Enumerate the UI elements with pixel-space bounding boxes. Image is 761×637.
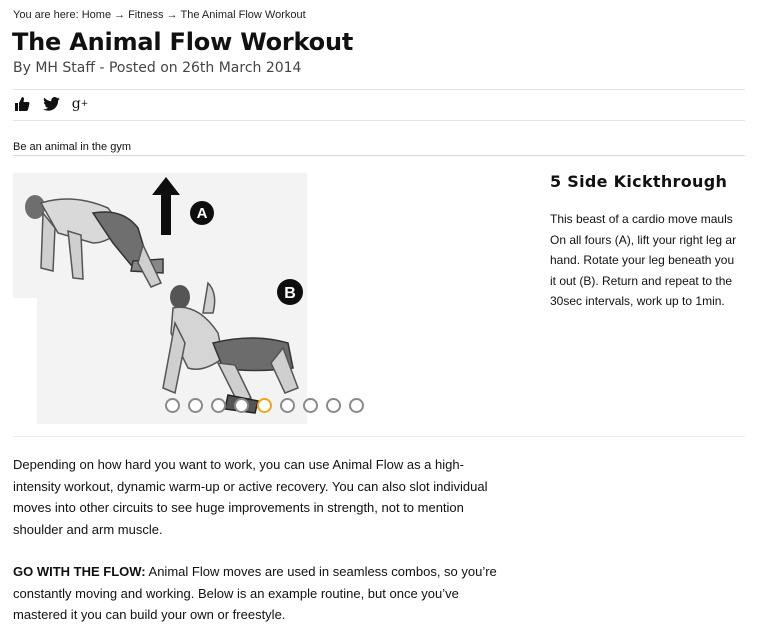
exercise-illustration: A B bbox=[13, 173, 307, 424]
carousel-dot[interactable] bbox=[326, 398, 341, 413]
carousel-dot[interactable] bbox=[188, 398, 203, 413]
carousel-pagination bbox=[165, 398, 364, 413]
body-paragraph: GO WITH THE FLOW: Animal Flow moves are … bbox=[13, 561, 503, 626]
breadcrumb-fitness-link[interactable]: Fitness bbox=[128, 9, 163, 21]
carousel-dot[interactable] bbox=[303, 398, 318, 413]
exercise-description-line: This beast of a cardio move mauls bbox=[550, 212, 733, 226]
carousel-dot[interactable] bbox=[234, 398, 249, 413]
page-title: The Animal Flow Workout bbox=[12, 28, 354, 56]
share-bar: g + bbox=[13, 95, 89, 113]
carousel-dot-active[interactable] bbox=[257, 398, 272, 413]
carousel-dot[interactable] bbox=[211, 398, 226, 413]
divider bbox=[13, 155, 745, 156]
body-paragraph: Depending on how hard you want to work, … bbox=[13, 457, 488, 537]
exercise-description-line: On all fours (A), lift your right leg ar bbox=[550, 232, 737, 247]
paragraph-lead: GO WITH THE FLOW: bbox=[13, 564, 146, 579]
divider bbox=[13, 436, 745, 437]
carousel-dot[interactable] bbox=[280, 398, 295, 413]
twitter-icon[interactable] bbox=[42, 95, 60, 113]
article-tagline: Be an animal in the gym bbox=[13, 141, 132, 153]
google-plus-glyph: g bbox=[71, 96, 81, 112]
google-plus-icon[interactable]: g + bbox=[71, 95, 89, 113]
breadcrumb-prefix: You are here: bbox=[13, 9, 79, 21]
divider bbox=[13, 120, 745, 121]
exercise-description-line: 30sec intervals, work up to 1min. bbox=[550, 294, 725, 308]
breadcrumb-separator: → bbox=[114, 9, 126, 21]
article-byline: By MH Staff - Posted on 26th March 2014 bbox=[13, 60, 302, 76]
breadcrumb-home-link[interactable]: Home bbox=[82, 9, 111, 21]
exercise-description: This beast of a cardio move mauls On all… bbox=[550, 209, 750, 312]
exercise-description-line: it out (B). Return and repeat to the bbox=[550, 273, 733, 288]
carousel-dot[interactable] bbox=[349, 398, 364, 413]
thumbs-up-icon[interactable] bbox=[13, 95, 31, 113]
breadcrumb-current: The Animal Flow Workout bbox=[180, 9, 306, 21]
exercise-description-line: hand. Rotate your leg beneath you bbox=[550, 253, 735, 267]
google-plus-sup: + bbox=[80, 98, 89, 109]
exercise-title: 5 Side Kickthrough bbox=[550, 172, 728, 191]
carousel-dot[interactable] bbox=[165, 398, 180, 413]
label-a: A bbox=[197, 205, 208, 222]
breadcrumb: You are here: Home → Fitness → The Animal Fl… bbox=[13, 9, 306, 21]
divider bbox=[13, 89, 745, 90]
breadcrumb-separator: → bbox=[166, 9, 178, 21]
label-b: B bbox=[284, 285, 296, 302]
